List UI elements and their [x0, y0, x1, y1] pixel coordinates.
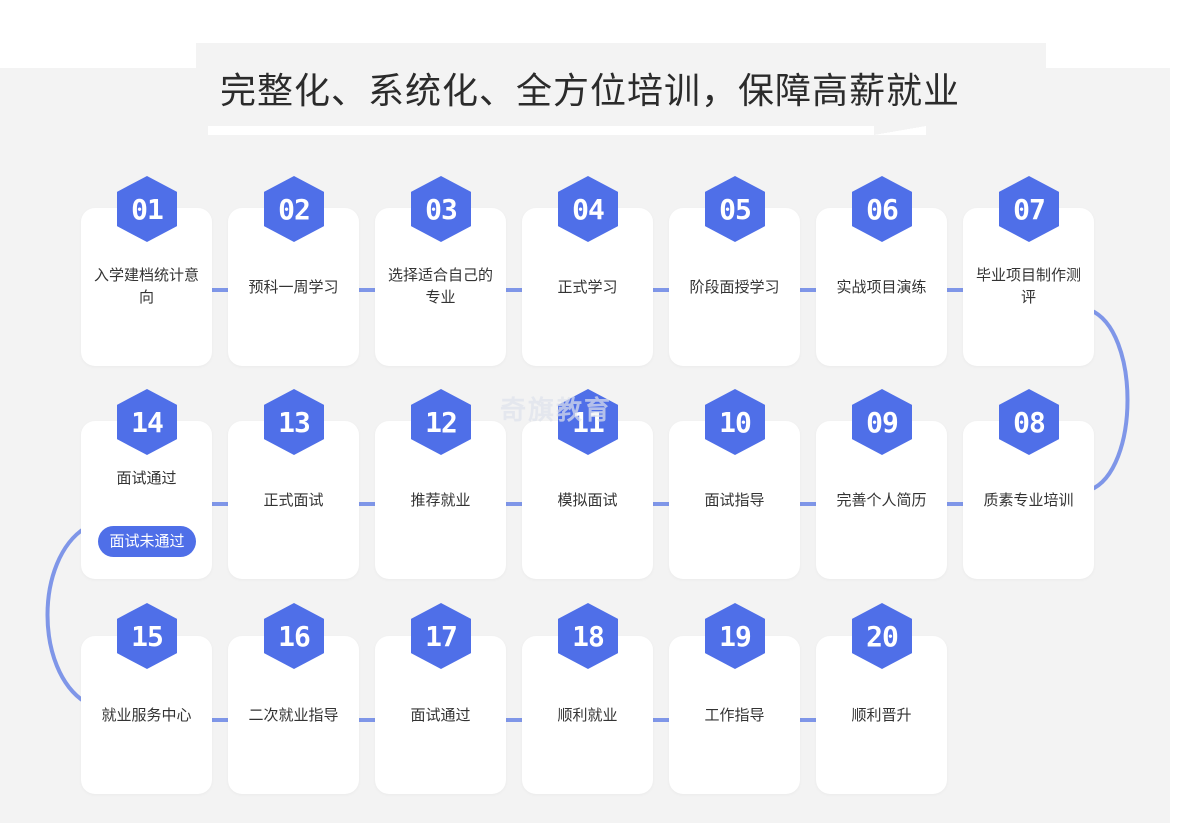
interview-failed-badge: 面试未通过 [98, 526, 196, 557]
step-label: 入学建档统计意向 [93, 266, 199, 306]
step-label: 选择适合自己的专业 [387, 266, 493, 306]
step-label: 推荐就业 [410, 491, 471, 509]
step-label: 阶段面授学习 [689, 278, 780, 296]
step-label: 顺利就业 [557, 706, 618, 724]
title-underline-tip [874, 126, 926, 135]
step-label: 质素专业培训 [983, 491, 1074, 509]
step-label: 面试指导 [704, 491, 765, 509]
page-title: 完整化、系统化、全方位培训，保障高薪就业 [219, 71, 960, 112]
step-label: 模拟面试 [557, 491, 618, 509]
step-label: 就业服务中心 [101, 706, 192, 724]
step-label: 二次就业指导 [248, 706, 339, 724]
step-label: 正式学习 [557, 278, 618, 296]
step-label: 正式面试 [263, 491, 324, 509]
step-label: 预科一周学习 [248, 278, 339, 296]
step-label: 完善个人简历 [836, 491, 927, 509]
watermark: 奇旗教育 [500, 396, 613, 426]
step-label: 工作指导 [704, 706, 765, 724]
title-underline [208, 126, 874, 135]
step-label: 面试通过 [116, 469, 177, 487]
step-label: 实战项目演练 [836, 278, 927, 296]
step-label: 毕业项目制作测评 [975, 266, 1081, 306]
step-label: 面试通过 [410, 706, 471, 724]
step-label: 顺利晋升 [851, 706, 912, 724]
